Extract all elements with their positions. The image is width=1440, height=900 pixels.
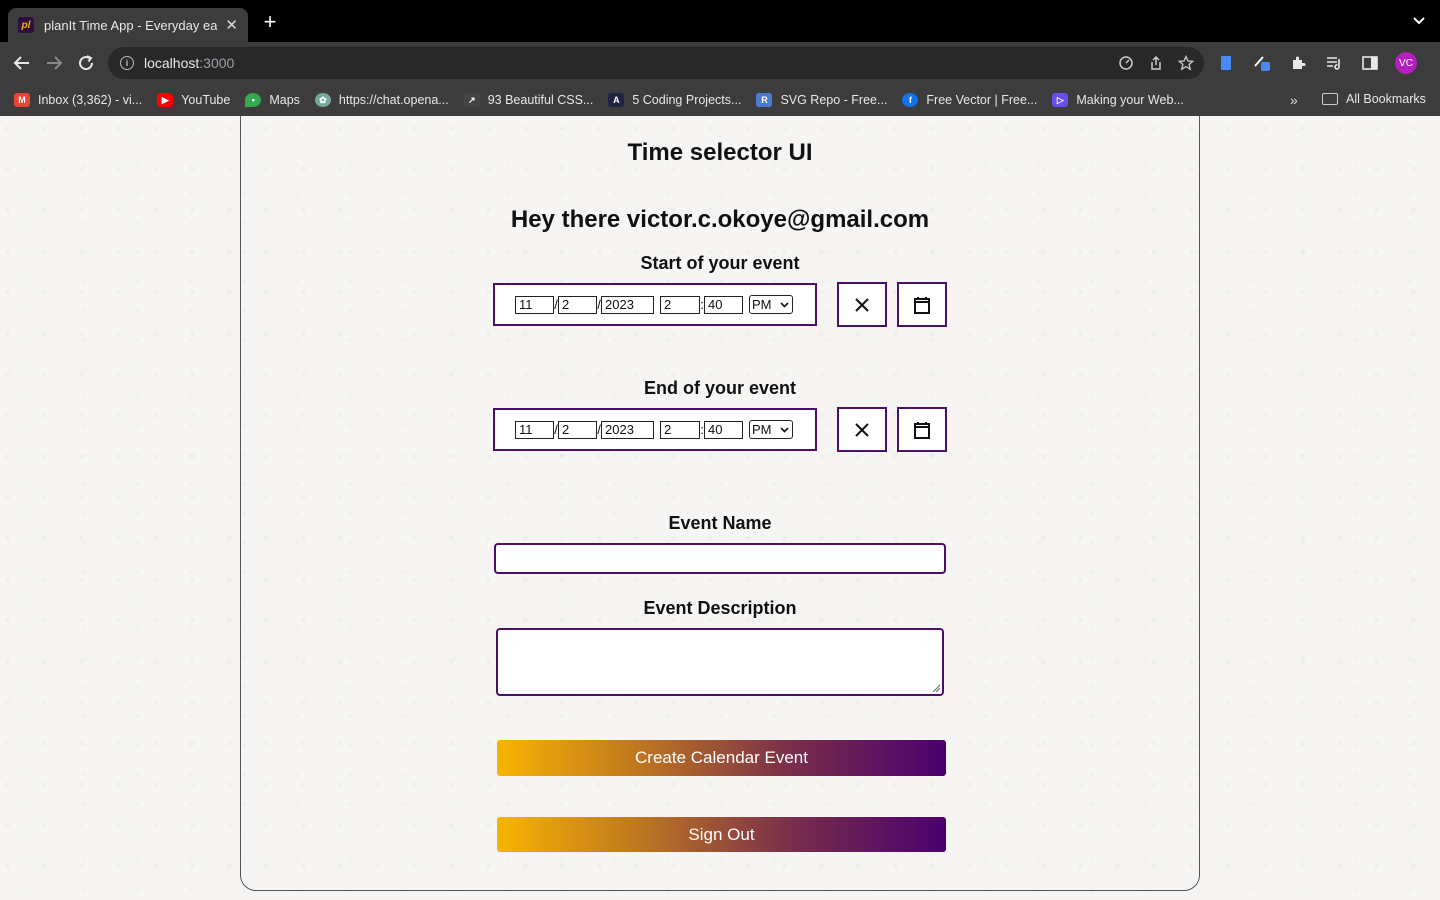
- bookmark-item[interactable]: M Inbox (3,362) - vi...: [14, 93, 142, 107]
- svgrepo-icon: R: [756, 93, 773, 107]
- start-month-field[interactable]: 11: [515, 295, 554, 314]
- close-icon: [855, 297, 869, 312]
- bookmark-item[interactable]: • Maps: [245, 93, 300, 107]
- share-icon[interactable]: [1148, 55, 1164, 71]
- profile-avatar[interactable]: VC: [1395, 52, 1417, 74]
- end-label: End of your event: [643, 378, 796, 398]
- reload-icon[interactable]: [74, 51, 98, 75]
- extension-translate-icon[interactable]: [1250, 51, 1274, 75]
- bookmark-item[interactable]: ▷ Making your Web...: [1052, 93, 1184, 107]
- new-tab-icon[interactable]: +: [258, 10, 282, 34]
- bookmark-item[interactable]: A5 Coding Projects...: [608, 93, 741, 107]
- end-month-field[interactable]: 11: [515, 420, 554, 439]
- extension-doc-icon[interactable]: [1214, 51, 1238, 75]
- start-ampm-select[interactable]: PM: [749, 295, 793, 314]
- create-calendar-event-button[interactable]: Create Calendar Event: [497, 740, 946, 776]
- freepik-icon: f: [902, 93, 919, 107]
- calendar-icon: [914, 421, 930, 439]
- openai-icon: ✿: [314, 93, 331, 107]
- browser-tab[interactable]: pl planIt Time App - Everyday eas ✕: [8, 8, 248, 42]
- tab-close-icon[interactable]: ✕: [225, 16, 238, 34]
- side-panel-icon[interactable]: [1358, 51, 1382, 75]
- event-name-label: Event Name: [668, 513, 772, 533]
- performance-icon[interactable]: [1118, 55, 1134, 71]
- event-name-input[interactable]: [494, 543, 946, 574]
- browser-toolbar: i localhost:3000 VC: [0, 42, 1440, 84]
- back-arrow-icon[interactable]: [10, 51, 34, 75]
- start-hour-field[interactable]: 2: [660, 295, 700, 314]
- start-day-field[interactable]: 2: [558, 295, 597, 314]
- coding-icon: A: [608, 93, 625, 107]
- site-info-icon[interactable]: i: [120, 56, 134, 70]
- all-bookmarks-button[interactable]: All Bookmarks: [1322, 92, 1426, 106]
- url-port: :3000: [199, 55, 235, 71]
- bookmark-item[interactable]: ↗ 93 Beautiful CSS...: [463, 93, 593, 107]
- extensions-puzzle-icon[interactable]: [1286, 51, 1310, 75]
- more-bookmarks-chevron-icon[interactable]: »: [1290, 92, 1298, 108]
- end-year-field[interactable]: 2023: [601, 420, 654, 439]
- calendar-icon: [914, 296, 930, 314]
- bookmarks-bar: M Inbox (3,362) - vi... ▶ YouTube • Maps ✿ h…: [0, 84, 1440, 116]
- tab-title: planIt Time App - Everyday eas: [44, 17, 218, 33]
- start-calendar-button[interactable]: [897, 282, 947, 327]
- greeting-heading: Hey there victor.c.okoye@gmail.com: [510, 206, 930, 233]
- bookmark-item[interactable]: ✿ https://chat.opena...: [314, 93, 449, 107]
- forward-arrow-icon[interactable]: [42, 51, 66, 75]
- event-description-textarea[interactable]: [496, 628, 944, 696]
- start-label: Start of your event: [640, 253, 800, 273]
- bookmark-star-icon[interactable]: [1178, 55, 1194, 71]
- start-clear-button[interactable]: [837, 282, 887, 327]
- bookmark-item[interactable]: f Free Vector | Free...: [902, 93, 1037, 107]
- end-datetime-picker[interactable]: 11 / 2 / 2023 2 : 40 PM: [493, 408, 817, 451]
- tab-search-chevron-icon[interactable]: [1412, 14, 1426, 28]
- browser-tabstrip: pl planIt Time App - Everyday eas ✕ +: [0, 0, 1440, 42]
- css-icon: ↗: [463, 93, 480, 107]
- end-hour-field[interactable]: 2: [660, 420, 700, 439]
- start-minute-field[interactable]: 40: [704, 295, 743, 314]
- main-card: Time selector UI Hey there victor.c.okoy…: [240, 116, 1200, 891]
- chevron-down-icon: [780, 301, 789, 308]
- url-host: localhost: [144, 55, 200, 71]
- event-description-label: Event Description: [643, 598, 797, 618]
- browser-menu-icon[interactable]: [1430, 51, 1440, 75]
- page-viewport: Time selector UI Hey there victor.c.okoy…: [0, 116, 1440, 900]
- youtube-icon: ▶: [157, 93, 174, 107]
- start-datetime-picker[interactable]: 11 / 2 / 2023 2 : 40 PM: [493, 283, 817, 326]
- bookmark-item[interactable]: R SVG Repo - Free...: [756, 93, 887, 107]
- planit-favicon-icon: pl: [18, 17, 34, 33]
- end-day-field[interactable]: 2: [558, 420, 597, 439]
- maps-icon: •: [245, 93, 262, 107]
- start-year-field[interactable]: 2023: [601, 295, 654, 314]
- page-title: Time selector UI: [627, 139, 813, 166]
- gmail-icon: M: [14, 93, 30, 107]
- folder-icon: [1322, 93, 1338, 105]
- web-icon: ▷: [1052, 93, 1069, 107]
- end-minute-field[interactable]: 40: [704, 420, 743, 439]
- end-ampm-select[interactable]: PM: [749, 420, 793, 439]
- resize-grip-icon[interactable]: [932, 684, 940, 692]
- close-icon: [855, 422, 869, 437]
- end-calendar-button[interactable]: [897, 407, 947, 452]
- bookmark-item[interactable]: ▶ YouTube: [157, 93, 230, 107]
- address-bar[interactable]: i localhost:3000: [108, 47, 1204, 79]
- chevron-down-icon: [780, 426, 789, 433]
- reading-list-icon[interactable]: [1322, 51, 1346, 75]
- end-clear-button[interactable]: [837, 407, 887, 452]
- sign-out-button[interactable]: Sign Out: [497, 817, 946, 852]
